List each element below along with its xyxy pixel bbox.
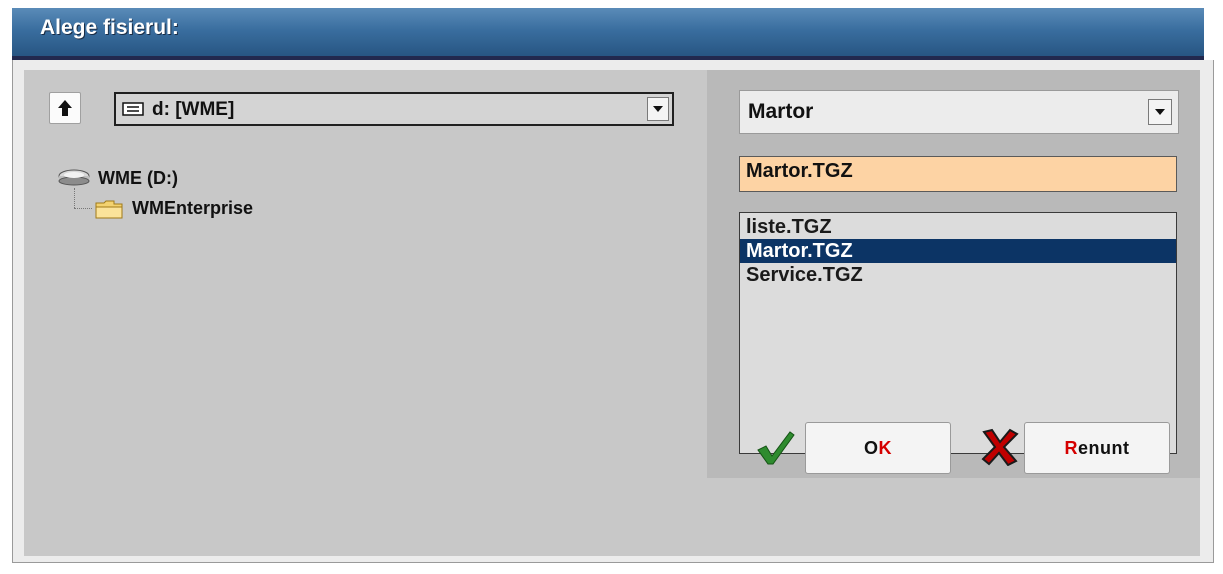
list-item[interactable]: Martor.TGZ bbox=[740, 239, 1176, 263]
ok-label-prefix: O bbox=[863, 437, 879, 458]
arrow-up-icon bbox=[58, 100, 72, 116]
drive-dropdown-button[interactable] bbox=[647, 97, 669, 121]
close-icon bbox=[981, 428, 1019, 466]
ok-mnemonic: K bbox=[878, 437, 892, 458]
archive-pane: Martor Martor.TGZ liste.TGZ Martor.TGZ S… bbox=[707, 70, 1200, 478]
chevron-down-icon bbox=[653, 106, 663, 112]
folder-icon bbox=[95, 200, 123, 219]
list-item[interactable]: liste.TGZ bbox=[740, 215, 1176, 239]
hard-drive-icon bbox=[58, 169, 90, 186]
cancel-button[interactable]: Renunt bbox=[1024, 422, 1170, 474]
cancel-button-label: Renunt bbox=[1065, 438, 1130, 459]
dialog-body: d: [WME] WME (D:) WMEnterprise Martor Ma… bbox=[24, 70, 1200, 556]
ok-button[interactable]: OK bbox=[805, 422, 951, 474]
tree-node-drive[interactable]: WME (D:) bbox=[54, 166, 354, 192]
drive-icon bbox=[122, 102, 144, 116]
cancel-mnemonic: R bbox=[1064, 437, 1078, 458]
drive-selector[interactable]: d: [WME] bbox=[114, 92, 674, 126]
archive-selector-value: Martor bbox=[748, 100, 814, 123]
drive-selector-value: d: [WME] bbox=[152, 99, 235, 120]
tree-connector bbox=[74, 188, 75, 208]
tree-connector bbox=[74, 208, 92, 209]
check-icon bbox=[757, 431, 795, 465]
ok-button-label: OK bbox=[864, 438, 892, 459]
parent-folder-button[interactable] bbox=[49, 92, 81, 124]
cancel-label-rest: enunt bbox=[1078, 437, 1130, 458]
chevron-down-icon bbox=[1155, 109, 1165, 115]
tree-node-folder[interactable]: WMEnterprise bbox=[94, 196, 394, 222]
archive-selector[interactable]: Martor bbox=[739, 90, 1179, 134]
title-bar: Alege fisierul: bbox=[12, 8, 1204, 62]
file-list[interactable]: liste.TGZ Martor.TGZ Service.TGZ bbox=[739, 212, 1177, 454]
list-item[interactable]: Service.TGZ bbox=[740, 263, 1176, 287]
window-title: Alege fisierul: bbox=[40, 16, 179, 39]
tree-node-label: WME (D:) bbox=[98, 168, 178, 188]
filename-field[interactable]: Martor.TGZ bbox=[739, 156, 1177, 192]
tree-node-label: WMEnterprise bbox=[132, 198, 254, 218]
archive-dropdown-button[interactable] bbox=[1148, 99, 1172, 125]
